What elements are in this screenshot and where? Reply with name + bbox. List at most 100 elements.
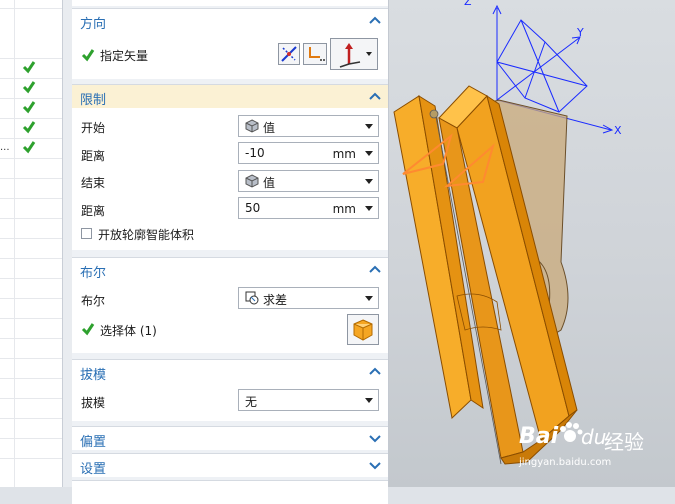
watermark-url: jingyan.baidu.com: [519, 457, 612, 468]
start-distance-input[interactable]: -10 mm: [238, 142, 379, 164]
boolean-type-select[interactable]: 求差: [238, 287, 379, 309]
list-item[interactable]: [0, 0, 62, 9]
end-type-select[interactable]: 值: [238, 170, 379, 192]
solid-body-icon: [353, 319, 373, 341]
chevron-down-icon[interactable]: [365, 206, 373, 211]
green-check-icon: [22, 121, 36, 134]
list-item[interactable]: [0, 278, 62, 299]
list-item[interactable]: [0, 318, 62, 339]
chevron-down-icon: [365, 296, 373, 301]
previous-section-tail: [72, 0, 388, 6]
list-item[interactable]: [0, 358, 62, 379]
chevron-down-icon[interactable]: [368, 432, 382, 444]
list-item[interactable]: [0, 398, 62, 419]
chevron-down-icon: [366, 52, 372, 56]
end-distance-label: 距离: [81, 204, 106, 218]
select-body-label: 选择体 (1): [100, 324, 157, 338]
section-body-draft: 拔模 无: [72, 383, 388, 421]
reverse-direction-button[interactable]: [278, 43, 300, 65]
open-profile-label: 开放轮廓智能体积: [98, 228, 195, 242]
value-cube-icon: [245, 119, 259, 133]
reverse-direction-icon: [281, 46, 297, 62]
chevron-down-icon[interactable]: [365, 151, 373, 156]
chevron-up-icon[interactable]: [368, 14, 382, 26]
chevron-down-icon: [365, 179, 373, 184]
chevron-down-icon[interactable]: [368, 459, 382, 471]
start-type-select[interactable]: 值: [238, 115, 379, 137]
section-header-limits[interactable]: 限制: [72, 84, 388, 108]
list-item[interactable]: [0, 298, 62, 319]
section-header-preview[interactable]: [72, 480, 388, 504]
select-body-button[interactable]: [347, 314, 379, 345]
z-axis-label: Z: [464, 0, 472, 8]
list-item[interactable]: [0, 98, 62, 119]
y-axis-label: Y: [577, 26, 584, 39]
extrude-dialog-panel: 方向 指定矢量 限制 开始 值 距离 -10 mm 结束 值 距离 50 mm …: [72, 0, 389, 504]
draft-label: 拔模: [81, 396, 106, 410]
graphics-viewport[interactable]: Z Y X Bai du 经验 jingyan.baidu.com: [389, 0, 675, 487]
vector-type-dropdown[interactable]: [330, 38, 378, 70]
select-value: 值: [263, 121, 276, 135]
list-item[interactable]: [0, 38, 62, 59]
part-navigator-strip: ...: [0, 0, 63, 487]
section-title: 布尔: [80, 266, 107, 281]
anchor-point-marker: [429, 109, 439, 119]
boolean-label: 布尔: [81, 294, 106, 308]
unit-label: mm: [332, 202, 356, 216]
end-distance-input[interactable]: 50 mm: [238, 197, 379, 219]
section-header-offset[interactable]: 偏置: [72, 426, 388, 450]
panel-gutter: [63, 0, 72, 487]
watermark-jingyan: 经验: [604, 430, 644, 454]
green-check-icon: [22, 141, 36, 154]
list-item[interactable]: [0, 378, 62, 399]
list-item[interactable]: [0, 338, 62, 359]
section-header-boolean[interactable]: 布尔: [72, 257, 388, 281]
green-check-icon: [22, 101, 36, 114]
list-item[interactable]: [0, 158, 62, 179]
section-title: 设置: [80, 462, 107, 477]
vector-dialog-button[interactable]: [303, 43, 327, 65]
model-scene: [393, 4, 614, 465]
green-check-icon: [81, 323, 95, 336]
specify-vector-label: 指定矢量: [100, 49, 149, 63]
chevron-up-icon[interactable]: [368, 365, 382, 377]
section-body-limits: 开始 值 距离 -10 mm 结束 值 距离 50 mm 开放轮廓智能体积: [72, 108, 388, 250]
z-axis-vector-icon: [339, 43, 361, 68]
section-header-settings[interactable]: 设置: [72, 453, 388, 477]
chevron-up-icon[interactable]: [368, 263, 382, 275]
vector-dialog-icon: [309, 47, 325, 61]
section-title: 偏置: [80, 435, 107, 450]
section-header-direction[interactable]: 方向: [72, 8, 388, 32]
green-check-icon: [81, 49, 95, 62]
paw-icon: [560, 422, 583, 442]
list-item[interactable]: [0, 58, 62, 79]
section-title: 方向: [80, 17, 107, 32]
section-body-direction: 指定矢量: [72, 32, 388, 79]
input-value: 50: [245, 201, 261, 215]
section-title: 拔模: [80, 368, 107, 383]
list-item[interactable]: [0, 178, 62, 199]
input-value: -10: [245, 146, 265, 160]
section-header-draft[interactable]: 拔模: [72, 359, 388, 383]
chevron-down-icon: [365, 398, 373, 403]
list-item[interactable]: [0, 118, 62, 139]
select-value: 求差: [263, 293, 288, 307]
start-distance-label: 距离: [81, 149, 106, 163]
list-item[interactable]: [0, 218, 62, 239]
list-item[interactable]: [0, 258, 62, 279]
list-item[interactable]: [0, 78, 62, 99]
watermark-brand: Bai: [519, 424, 559, 449]
truncated-text: ...: [0, 142, 10, 153]
open-profile-checkbox[interactable]: [81, 228, 92, 239]
value-cube-icon: [245, 174, 259, 188]
draft-type-select[interactable]: 无: [238, 389, 379, 411]
list-item[interactable]: [0, 198, 62, 219]
list-item[interactable]: [0, 238, 62, 259]
chevron-up-icon[interactable]: [368, 90, 382, 102]
list-item[interactable]: [0, 438, 62, 459]
green-check-icon: [22, 81, 36, 94]
end-label: 结束: [81, 176, 106, 190]
watermark-du: du: [581, 425, 607, 449]
x-axis-label: X: [614, 124, 622, 137]
list-item[interactable]: [0, 418, 62, 439]
